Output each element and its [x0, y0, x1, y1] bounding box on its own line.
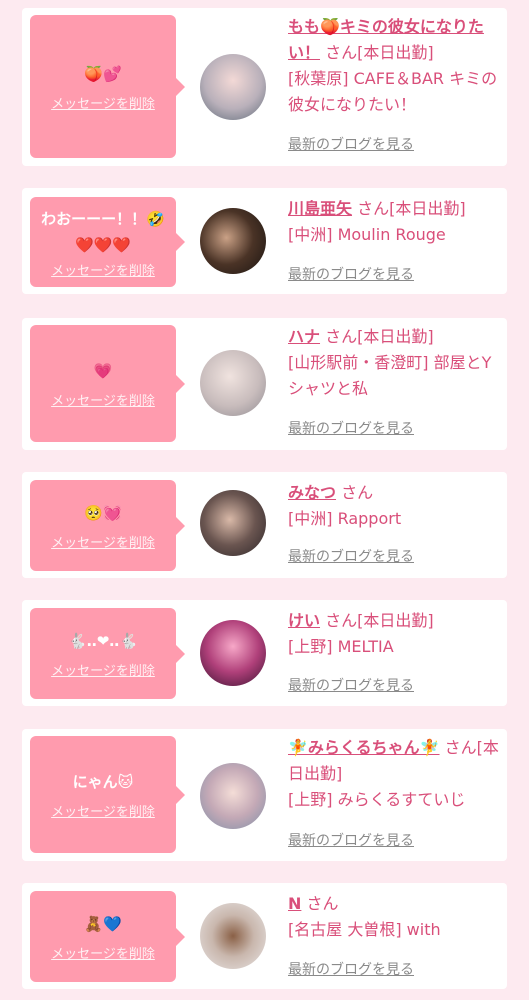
user-info: もも🍑キミの彼女になりたい！ さん[本日出勤] [秋葉原] CAFE＆BAR キ… [288, 14, 500, 118]
message-bubble: にゃん🐱 メッセージを削除 [30, 736, 185, 853]
user-info: N さん [名古屋 大曽根] with [288, 891, 500, 943]
message-card: 🥺💓 メッセージを削除 みなつ さん [中洲] Rapport 最新のブログを見… [22, 472, 507, 578]
message-card: 💗 メッセージを削除 ハナ さん[本日出勤] [山形駅前・香澄町] 部屋とYシャ… [22, 318, 507, 450]
status-label: [本日出勤] [357, 327, 434, 346]
user-info: 川島亜矢 さん[本日出勤] [中洲] Moulin Rouge [288, 196, 500, 248]
avatar[interactable] [200, 490, 266, 556]
delete-message-link[interactable]: メッセージを削除 [51, 660, 155, 679]
delete-message-link[interactable]: メッセージを削除 [51, 390, 155, 409]
message-card: 🐇‥❤︎‥🐇 メッセージを削除 けい さん[本日出勤] [上野] MELTIA … [22, 600, 507, 706]
latest-blog-link[interactable]: 最新のブログを見る [288, 418, 414, 438]
user-info: けい さん[本日出勤] [上野] MELTIA [288, 608, 500, 660]
status-label: [本日出勤] [389, 199, 466, 218]
message-card: 🧸💙 メッセージを削除 N さん [名古屋 大曽根] with 最新のブログを見… [22, 883, 507, 989]
message-card: にゃん🐱 メッセージを削除 🧚みらくるちゃん🧚 さん[本日出勤] [上野] みら… [22, 729, 507, 861]
message-bubble: 🧸💙 メッセージを削除 [30, 891, 185, 982]
user-info: ハナ さん[本日出勤] [山形駅前・香澄町] 部屋とYシャツと私 [288, 324, 500, 402]
message-text: 💗 [93, 362, 113, 380]
latest-blog-link[interactable]: 最新のブログを見る [288, 675, 414, 695]
avatar[interactable] [200, 620, 266, 686]
message-bubble: わおーーー！！🤣 ❤️❤️❤️ メッセージを削除 [30, 197, 185, 287]
message-text: 🐇‥❤︎‥🐇 [68, 632, 138, 650]
message-bubble: 💗 メッセージを削除 [30, 325, 185, 442]
san-suffix: さん [325, 611, 358, 630]
san-suffix: さん [357, 199, 390, 218]
delete-message-link[interactable]: メッセージを削除 [51, 801, 155, 820]
san-suffix: さん [325, 43, 358, 62]
message-card: わおーーー！！🤣 ❤️❤️❤️ メッセージを削除 川島亜矢 さん[本日出勤] [… [22, 188, 507, 294]
shop-label: [山形駅前・香澄町] 部屋とYシャツと私 [288, 353, 492, 398]
message-bubble: 🐇‥❤︎‥🐇 メッセージを削除 [30, 608, 185, 699]
user-info: 🧚みらくるちゃん🧚 さん[本日出勤] [上野] みらくるすていじ [288, 735, 500, 813]
san-suffix: さん [444, 738, 477, 757]
status-label: [本日出勤] [357, 611, 434, 630]
san-suffix: さん [306, 894, 339, 913]
user-name-link[interactable]: けい [288, 611, 320, 630]
message-bubble: 🍑💕 メッセージを削除 [30, 15, 185, 158]
shop-label: [秋葉原] CAFE＆BAR キミの彼女になりたい！ [288, 69, 498, 114]
avatar[interactable] [200, 208, 266, 274]
user-info: みなつ さん [中洲] Rapport [288, 480, 500, 532]
shop-label: [上野] みらくるすていじ [288, 790, 466, 809]
message-text: 🥺💓 [84, 504, 122, 522]
shop-label: [名古屋 大曽根] with [288, 920, 441, 939]
avatar[interactable] [200, 903, 266, 969]
user-name-link[interactable]: みなつ [288, 483, 336, 502]
user-name-link[interactable]: ハナ [288, 327, 320, 346]
shop-label: [中洲] Moulin Rouge [288, 225, 446, 244]
latest-blog-link[interactable]: 最新のブログを見る [288, 959, 414, 979]
shop-label: [中洲] Rapport [288, 509, 402, 528]
user-name-link[interactable]: 🧚みらくるちゃん🧚 [288, 738, 440, 757]
latest-blog-link[interactable]: 最新のブログを見る [288, 546, 414, 566]
san-suffix: さん [325, 327, 358, 346]
latest-blog-link[interactable]: 最新のブログを見る [288, 134, 414, 154]
avatar[interactable] [200, 763, 266, 829]
delete-message-link[interactable]: メッセージを削除 [51, 260, 155, 279]
san-suffix: さん [341, 483, 374, 502]
avatar[interactable] [200, 54, 266, 120]
user-name-link[interactable]: N [288, 894, 301, 913]
delete-message-link[interactable]: メッセージを削除 [51, 93, 155, 112]
delete-message-link[interactable]: メッセージを削除 [51, 943, 155, 962]
message-text: にゃん🐱 [72, 773, 134, 791]
message-card: 🍑💕 メッセージを削除 もも🍑キミの彼女になりたい！ さん[本日出勤] [秋葉原… [22, 8, 507, 166]
latest-blog-link[interactable]: 最新のブログを見る [288, 264, 414, 284]
message-text: わおーーー！！🤣 ❤️❤️❤️ [41, 209, 165, 254]
status-label: [本日出勤] [357, 43, 434, 62]
shop-label: [上野] MELTIA [288, 637, 394, 656]
message-text: 🍑💕 [84, 65, 122, 83]
avatar[interactable] [200, 350, 266, 416]
latest-blog-link[interactable]: 最新のブログを見る [288, 830, 414, 850]
message-bubble: 🥺💓 メッセージを削除 [30, 480, 185, 571]
user-name-link[interactable]: 川島亜矢 [288, 199, 352, 218]
message-text: 🧸💙 [84, 915, 122, 933]
delete-message-link[interactable]: メッセージを削除 [51, 532, 155, 551]
